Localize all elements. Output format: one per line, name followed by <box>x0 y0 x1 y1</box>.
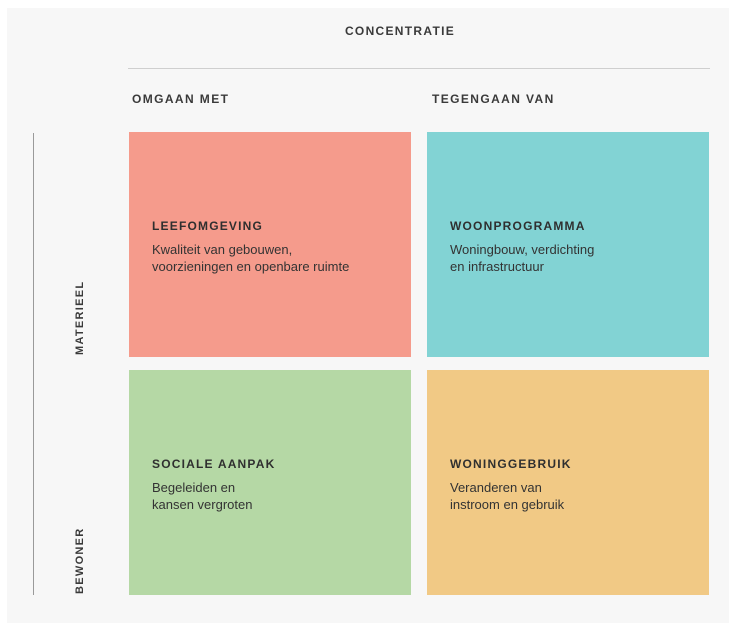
cell-text-line: instroom en gebruik <box>450 497 565 512</box>
cell-title: LEEFOMGEVING <box>152 219 264 233</box>
cell-text-line: kansen vergroten <box>152 497 253 512</box>
cell-description: Begeleiden en kansen vergroten <box>152 479 402 513</box>
header-divider <box>128 68 710 69</box>
row-header-bottom: BEWONER <box>74 527 86 594</box>
cell-title: WOONPROGRAMMA <box>450 219 586 233</box>
cell-sociale-aanpak: SOCIALE AANPAK Begeleiden en kansen verg… <box>129 370 411 595</box>
column-header-left: OMGAAN MET <box>132 92 230 106</box>
diagram-title: CONCENTRATIE <box>344 24 456 38</box>
cell-text-line: Veranderen van <box>450 480 542 495</box>
cell-title: SOCIALE AANPAK <box>152 457 276 471</box>
cell-text-line: Woningbouw, verdichting <box>450 242 595 257</box>
cell-text-line: voorzieningen en openbare ruimte <box>152 259 350 274</box>
cell-text-line: en infrastructuur <box>450 259 544 274</box>
cell-text-line: Kwaliteit van gebouwen, <box>152 242 293 257</box>
cell-description: Kwaliteit van gebouwen, voorzieningen en… <box>152 241 402 275</box>
cell-woonprogramma: WOONPROGRAMMA Woningbouw, verdichting en… <box>427 132 709 357</box>
cell-woninggebruik: WONINGGEBRUIK Veranderen van instroom en… <box>427 370 709 595</box>
cell-description: Veranderen van instroom en gebruik <box>450 479 700 513</box>
cell-leefomgeving: LEEFOMGEVING Kwaliteit van gebouwen, voo… <box>129 132 411 357</box>
axis-line <box>33 133 34 595</box>
column-header-right: TEGENGAAN VAN <box>432 92 555 106</box>
cell-title: WONINGGEBRUIK <box>450 457 572 471</box>
cell-description: Woningbouw, verdichting en infrastructuu… <box>450 241 700 275</box>
cell-text-line: Begeleiden en <box>152 480 236 495</box>
row-header-top: MATERIEEL <box>74 280 86 355</box>
